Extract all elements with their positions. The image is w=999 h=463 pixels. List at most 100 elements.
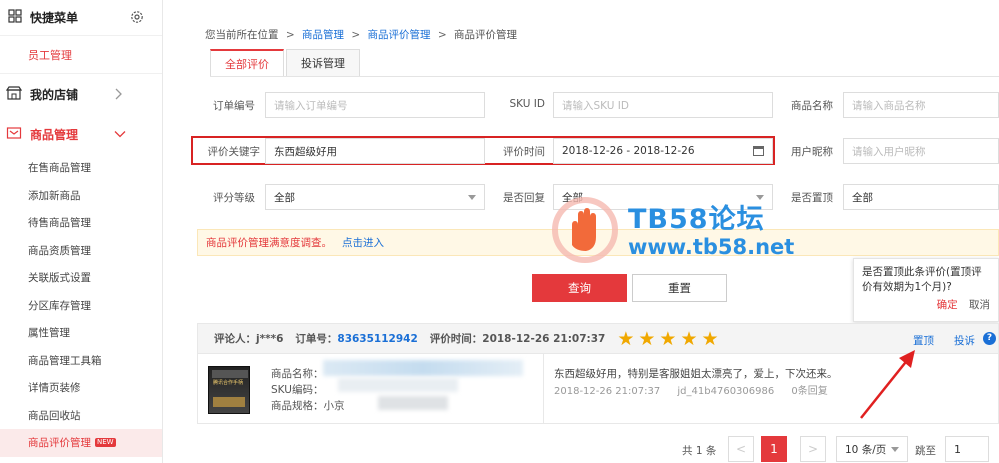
review-time-label: 评价时间 bbox=[503, 146, 545, 158]
annotation-arrow-icon bbox=[860, 350, 915, 419]
reset-button[interactable]: 重置 bbox=[632, 274, 727, 302]
review-datetime: 2018-12-26 21:07:37 bbox=[554, 386, 661, 397]
sku-input[interactable]: 请输入SKU ID bbox=[553, 92, 773, 118]
breadcrumb-link-review[interactable]: 商品评价管理 bbox=[368, 29, 431, 41]
order-number-link[interactable]: 83635112942 bbox=[337, 333, 417, 345]
sidebar-item[interactable]: 在售商品管理 bbox=[0, 154, 162, 182]
cancel-button[interactable]: 取消 bbox=[969, 299, 990, 311]
product-name: 商品名称： bbox=[271, 368, 324, 380]
quick-menu-title: 快捷菜单 bbox=[30, 11, 79, 25]
new-badge: NEW bbox=[95, 438, 116, 448]
sidebar-section-goods[interactable]: 商品管理 bbox=[0, 114, 162, 154]
order-label: 订单号： bbox=[295, 333, 338, 345]
product-thumbnail[interactable]: 腾讯合作手柄 bbox=[208, 366, 250, 414]
thumbnail-bar bbox=[212, 370, 248, 378]
nickname-label: 用户昵称 bbox=[791, 146, 833, 158]
star-rating: ★ ★ ★ ★ ★ bbox=[617, 328, 722, 350]
calendar-icon bbox=[753, 146, 764, 156]
thumbnail-tag: 腾讯合作手柄 bbox=[213, 380, 244, 386]
tab-complaints[interactable]: 投诉管理 bbox=[286, 49, 360, 76]
keyword-input[interactable]: 东西超级好用 bbox=[265, 138, 485, 164]
page-button[interactable]: 1 bbox=[761, 436, 787, 462]
breadcrumb: 您当前所在位置 > 商品管理 > 商品评价管理 > 商品评价管理 bbox=[205, 27, 517, 42]
reviewer: 评论人：j***6 bbox=[214, 333, 284, 345]
sidebar-item-label: 商品评价管理 bbox=[28, 437, 91, 450]
popover-actions: 确定 取消 bbox=[937, 298, 990, 313]
sidebar-item-review-mgmt[interactable]: 商品评价管理 NEW bbox=[0, 429, 162, 457]
replied-select[interactable]: 全部 bbox=[553, 184, 773, 210]
jump-page-input[interactable]: 1 bbox=[945, 436, 989, 462]
product-info: 商品名称： SKU编码： 商品规格：小京 bbox=[271, 366, 345, 414]
pin-confirm-popover: 是否置顶此条评价(置顶评价有效期为1个月)? 确定 取消 bbox=[853, 258, 999, 322]
sidebar-item[interactable]: 详情页装修 bbox=[0, 374, 162, 402]
confirm-button[interactable]: 确定 bbox=[937, 299, 958, 311]
gear-icon[interactable] bbox=[130, 10, 144, 27]
sidebar-item-staff[interactable]: 员工管理 bbox=[0, 36, 162, 74]
sidebar-section-my-shop[interactable]: 我的店铺 bbox=[0, 74, 162, 114]
order-no-input[interactable]: 请输入订单编号 bbox=[265, 92, 485, 118]
sidebar-item[interactable]: 商品资质管理 bbox=[0, 237, 162, 265]
review-meta: 2018-12-26 21:07:37 jd_41b4760306986 0条回… bbox=[554, 382, 828, 397]
app-root: 快捷菜单 员工管理 我的店铺 商品管理 在售商品管理 添加新商品 待售商品管理 … bbox=[0, 0, 999, 463]
quick-menu-header[interactable]: 快捷菜单 bbox=[0, 0, 162, 36]
prev-page-button[interactable]: < bbox=[728, 436, 754, 462]
replied-value: 全部 bbox=[562, 191, 583, 204]
star-icon: ★ bbox=[659, 327, 677, 350]
sidebar-item[interactable]: 属性管理 bbox=[0, 319, 162, 347]
total-count: 共 1 条 bbox=[682, 445, 717, 457]
tab-all-reviews[interactable]: 全部评价 bbox=[210, 49, 284, 76]
survey-notice: 商品评价管理满意度调查。 点击进入 bbox=[197, 229, 999, 256]
sidebar-item[interactable]: 商品回收站 bbox=[0, 402, 162, 430]
order-no-label: 订单编号 bbox=[213, 100, 255, 112]
pinned-value: 全部 bbox=[852, 191, 873, 204]
tabs-divider bbox=[210, 76, 999, 77]
help-icon[interactable]: ? bbox=[983, 332, 996, 345]
shop-icon bbox=[5, 85, 23, 103]
breadcrumb-prefix: 您当前所在位置 bbox=[205, 29, 279, 41]
pagination: 共 1 条 < 1 > 10 条/页 跳至 1 bbox=[180, 434, 999, 463]
reply-count[interactable]: 0条回复 bbox=[791, 386, 827, 397]
score-label: 评分等级 bbox=[213, 192, 255, 204]
dropdown-arrow-icon bbox=[756, 195, 764, 200]
goods-icon bbox=[6, 126, 22, 143]
sidebar-item[interactable]: 商品管理工具箱 bbox=[0, 347, 162, 375]
nickname-input[interactable]: 请输入用户昵称 bbox=[843, 138, 999, 164]
next-page-button[interactable]: > bbox=[800, 436, 826, 462]
dropdown-arrow-icon bbox=[891, 447, 899, 452]
sidebar-item[interactable]: 关联版式设置 bbox=[0, 264, 162, 292]
review-time-value: 2018-12-26 - 2018-12-26 bbox=[562, 145, 695, 157]
breadcrumb-sep: > bbox=[437, 29, 447, 41]
sku-label: SKU ID bbox=[509, 98, 545, 110]
breadcrumb-current: 商品评价管理 bbox=[454, 29, 517, 41]
sidebar-item[interactable]: 待售商品管理 bbox=[0, 209, 162, 237]
chevron-right-icon bbox=[114, 88, 122, 103]
sidebar-item[interactable]: 添加新商品 bbox=[0, 182, 162, 210]
sidebar-section-label: 我的店铺 bbox=[30, 87, 79, 102]
thumbnail-product bbox=[213, 397, 245, 407]
page-size-select[interactable]: 10 条/页 bbox=[836, 436, 908, 462]
star-icon: ★ bbox=[701, 327, 719, 350]
divider bbox=[543, 354, 544, 424]
grid-icon bbox=[8, 9, 22, 26]
complain-link[interactable]: 投诉 bbox=[954, 333, 975, 348]
sidebar: 快捷菜单 员工管理 我的店铺 商品管理 在售商品管理 添加新商品 待售商品管理 … bbox=[0, 0, 163, 463]
blurred-region bbox=[323, 360, 523, 376]
replied-label: 是否回复 bbox=[503, 192, 545, 204]
sku-code: SKU编码： bbox=[271, 384, 324, 396]
notice-link[interactable]: 点击进入 bbox=[342, 235, 384, 250]
blurred-region bbox=[338, 378, 458, 392]
pinned-select[interactable]: 全部 bbox=[843, 184, 999, 210]
query-button[interactable]: 查询 bbox=[532, 274, 627, 302]
score-value: 全部 bbox=[274, 191, 295, 204]
product-name-input[interactable]: 请输入商品名称 bbox=[843, 92, 999, 118]
score-select[interactable]: 全部 bbox=[265, 184, 485, 210]
popover-text: 是否置顶此条评价(置顶评价有效期为1个月)? bbox=[862, 266, 982, 293]
review-time-range-input[interactable]: 2018-12-26 - 2018-12-26 bbox=[553, 138, 773, 164]
star-icon: ★ bbox=[638, 327, 656, 350]
pinned-label: 是否置顶 bbox=[791, 192, 833, 204]
breadcrumb-link-goods[interactable]: 商品管理 bbox=[302, 29, 344, 41]
review-time: 评价时间：2018-12-26 21:07:37 bbox=[429, 333, 606, 345]
main-content: 您当前所在位置 > 商品管理 > 商品评价管理 > 商品评价管理 全部评价 投诉… bbox=[180, 0, 999, 463]
dropdown-arrow-icon bbox=[468, 195, 476, 200]
sidebar-item[interactable]: 分区库存管理 bbox=[0, 292, 162, 320]
